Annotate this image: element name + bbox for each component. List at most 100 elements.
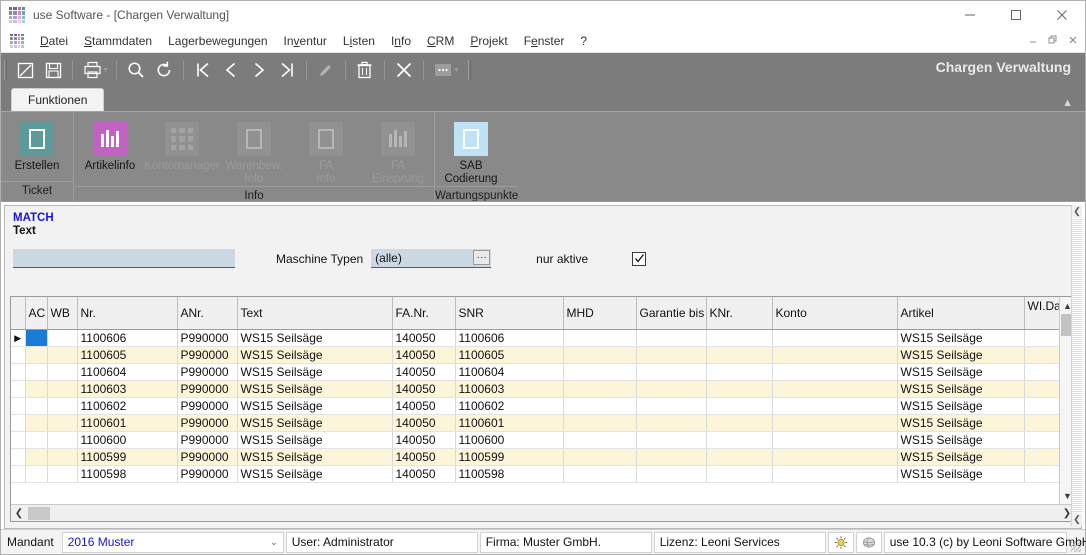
cell-text[interactable]: WS15 Seilsäge	[237, 414, 393, 432]
cell-nr[interactable]: 1100606	[77, 329, 178, 347]
cell-wb[interactable]	[47, 414, 78, 432]
ribbon-button-sab-codierung[interactable]: SAB Codierung	[435, 119, 507, 186]
save-icon[interactable]	[39, 57, 67, 83]
cell-fanr[interactable]: 140050	[392, 414, 456, 432]
cell-text[interactable]: WS15 Seilsäge	[237, 363, 393, 381]
menu-item-datei[interactable]: Datei	[32, 32, 76, 50]
cell-mhd[interactable]	[563, 465, 637, 483]
cell-nr[interactable]: 1100600	[77, 431, 178, 449]
maschine-typen-combo[interactable]: (alle) ···	[371, 249, 492, 268]
ribbon-button-erstellen[interactable]: Erstellen	[1, 119, 73, 173]
cell-fanr[interactable]: 140050	[392, 329, 456, 347]
row-indicator-cell[interactable]	[11, 431, 26, 449]
menu-item-stammdaten[interactable]: Stammdaten	[76, 32, 160, 50]
grid-header-knr[interactable]: KNr.	[706, 297, 773, 330]
grid-header-anr[interactable]: ANr.	[177, 297, 238, 330]
cell-ac[interactable]	[25, 414, 48, 432]
cell-ac[interactable]	[25, 380, 48, 398]
cell-ac[interactable]	[25, 465, 48, 483]
cell-artikel[interactable]: WS15 Seilsäge	[897, 329, 1025, 347]
cell-garantie[interactable]	[636, 363, 707, 381]
table-row[interactable]: 1100602 P990000 WS15 Seilsäge 140050 1100602…	[11, 397, 1059, 415]
table-row[interactable]: ▶ 1100606 P990000 WS15 Seilsäge 140050 110060…	[11, 329, 1059, 347]
cell-anr[interactable]: P990000	[177, 329, 238, 347]
row-indicator-cell[interactable]	[11, 397, 26, 415]
cell-konto[interactable]	[772, 346, 898, 364]
cell-wb[interactable]	[47, 346, 78, 364]
menu-item-[interactable]: ?	[572, 32, 595, 50]
row-indicator-cell[interactable]: ▶	[11, 329, 26, 347]
menu-item-lagerbewegungen[interactable]: Lagerbewegungen	[160, 32, 275, 50]
chevron-down-icon[interactable]: ⌄	[270, 537, 278, 548]
cell-ac[interactable]	[25, 329, 48, 347]
grid-header-fanr[interactable]: FA.Nr.	[392, 297, 456, 330]
cell-fanr[interactable]: 140050	[392, 431, 456, 449]
cell-artikel[interactable]: WS15 Seilsäge	[897, 397, 1025, 415]
cell-text[interactable]: WS15 Seilsäge	[237, 329, 393, 347]
cancel-x-icon[interactable]	[390, 57, 418, 83]
panel-scroll-track[interactable]	[1072, 218, 1082, 513]
cell-widatum[interactable]	[1024, 380, 1059, 398]
first-record-icon[interactable]	[189, 57, 217, 83]
cell-fanr[interactable]: 140050	[392, 465, 456, 483]
panel-scroll-up-icon[interactable]: ❮	[1073, 205, 1081, 218]
cell-konto[interactable]	[772, 448, 898, 466]
cell-text[interactable]: WS15 Seilsäge	[237, 465, 393, 483]
cell-snr[interactable]: 1100603	[455, 380, 564, 398]
grid-header-snr[interactable]: SNR	[455, 297, 564, 330]
panel-vertical-scrollbar[interactable]: ❮ ❮	[1071, 205, 1082, 526]
cell-knr[interactable]	[706, 380, 773, 398]
cell-wb[interactable]	[47, 329, 78, 347]
mdi-restore-button[interactable]	[1043, 31, 1063, 49]
cell-widatum[interactable]	[1024, 431, 1059, 449]
cell-wb[interactable]	[47, 363, 78, 381]
cell-knr[interactable]	[706, 363, 773, 381]
cell-snr[interactable]: 1100600	[455, 431, 564, 449]
cell-fanr[interactable]: 140050	[392, 397, 456, 415]
cell-wb[interactable]	[47, 431, 78, 449]
cell-snr[interactable]: 1100605	[455, 346, 564, 364]
mandant-select[interactable]: 2016 Muster ⌄	[61, 531, 284, 553]
cell-snr[interactable]: 1100606	[455, 329, 564, 347]
grid-header-widatum[interactable]: WI.Datu ⌃	[1024, 297, 1059, 330]
cell-artikel[interactable]: WS15 Seilsäge	[897, 346, 1025, 364]
cell-garantie[interactable]	[636, 329, 707, 347]
cell-snr[interactable]: 1100599	[455, 448, 564, 466]
cell-artikel[interactable]: WS15 Seilsäge	[897, 380, 1025, 398]
grid-header-garantie[interactable]: Garantie bis	[636, 297, 707, 330]
toolbar-grip[interactable]	[4, 60, 7, 80]
cell-konto[interactable]	[772, 363, 898, 381]
nur-aktive-checkbox[interactable]	[632, 251, 647, 266]
cell-ac[interactable]	[25, 346, 48, 364]
cell-snr[interactable]: 1100598	[455, 465, 564, 483]
resize-grip[interactable]	[1071, 542, 1081, 552]
globe-icon[interactable]	[855, 531, 882, 553]
table-row[interactable]: 1100599 P990000 WS15 Seilsäge 140050 1100599…	[11, 448, 1059, 466]
panel-scroll-down-icon[interactable]: ❮	[1073, 513, 1081, 526]
cell-snr[interactable]: 1100602	[455, 397, 564, 415]
cell-text[interactable]: WS15 Seilsäge	[237, 397, 393, 415]
cell-knr[interactable]	[706, 431, 773, 449]
minimize-button[interactable]	[947, 1, 993, 29]
last-record-icon[interactable]	[273, 57, 301, 83]
cell-widatum[interactable]	[1024, 397, 1059, 415]
cell-text[interactable]: WS15 Seilsäge	[237, 431, 393, 449]
cell-widatum[interactable]	[1024, 363, 1059, 381]
cell-nr[interactable]: 1100601	[77, 414, 178, 432]
grid-header-wb[interactable]: WB	[47, 297, 78, 330]
cell-text[interactable]: WS15 Seilsäge	[237, 448, 393, 466]
cell-garantie[interactable]	[636, 380, 707, 398]
cell-widatum[interactable]	[1024, 346, 1059, 364]
cell-knr[interactable]	[706, 414, 773, 432]
cell-konto[interactable]	[772, 414, 898, 432]
grid-header-mhd[interactable]: MHD	[563, 297, 637, 330]
menu-item-crm[interactable]: CRM	[419, 32, 462, 50]
row-indicator-cell[interactable]	[11, 414, 26, 432]
cell-snr[interactable]: 1100604	[455, 363, 564, 381]
table-row[interactable]: 1100600 P990000 WS15 Seilsäge 140050 1100600…	[11, 431, 1059, 449]
tab-funktionen[interactable]: Funktionen	[11, 88, 105, 111]
row-indicator-cell[interactable]	[11, 346, 26, 364]
cell-snr[interactable]: 1100601	[455, 414, 564, 432]
cell-ac[interactable]	[25, 431, 48, 449]
cell-konto[interactable]	[772, 397, 898, 415]
